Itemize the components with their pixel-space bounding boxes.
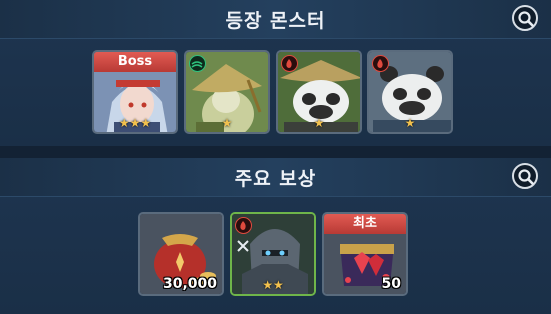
- rewards-title: 주요 보상: [234, 168, 317, 190]
- fire-element-icon: [281, 55, 298, 72]
- star-icon: ★: [140, 116, 152, 130]
- reward-card-knight[interactable]: ★★: [230, 212, 316, 296]
- star-icon: ★: [313, 116, 325, 130]
- star-icon: ★: [118, 116, 130, 130]
- monsters-header: 등장 몬스터: [0, 0, 551, 39]
- reward-card-gold[interactable]: 30,000: [138, 212, 224, 296]
- reward-card-chest[interactable]: 최초 50: [322, 212, 408, 296]
- monster-card-boss[interactable]: Boss ★★★: [92, 50, 178, 134]
- star-icon: ★: [129, 116, 141, 130]
- rewards-header: 주요 보상: [0, 158, 551, 197]
- star-icon: ★: [262, 278, 273, 292]
- first-clear-banner: 최초: [324, 214, 406, 234]
- star-rating: ★★★: [94, 116, 176, 129]
- boss-banner: Boss: [94, 52, 176, 72]
- chest-quantity: 50: [381, 276, 401, 292]
- wind-element-icon: [189, 55, 206, 72]
- monsters-title: 등장 몬스터: [225, 10, 326, 32]
- star-icon: ★: [273, 278, 284, 292]
- section-divider: [0, 146, 551, 158]
- fire-element-icon: [372, 55, 389, 72]
- rewards-panel: 주요 보상 30,000 ★★ 최초 50: [0, 158, 551, 314]
- star-rating: ★: [278, 116, 360, 129]
- star-rating: ★: [369, 116, 451, 129]
- magnifier-icon: [518, 169, 534, 185]
- star-rating: ★★: [232, 278, 314, 291]
- magnifier-icon: [518, 11, 534, 27]
- monster-card-panda-brawler[interactable]: ★: [367, 50, 453, 134]
- monster-card-archer[interactable]: ★: [184, 50, 270, 134]
- star-icon: ★: [404, 116, 416, 130]
- monster-card-panda-warrior[interactable]: ★: [276, 50, 362, 134]
- monsters-panel: 등장 몬스터 Boss ★★★ ★ ★ ★: [0, 0, 551, 146]
- star-icon: ★: [221, 116, 233, 130]
- rewards-search-button[interactable]: [512, 163, 538, 189]
- gold-quantity: 30,000: [162, 276, 217, 292]
- crossed-swords-icon: [236, 238, 250, 252]
- fire-element-icon: [235, 217, 252, 234]
- monsters-search-button[interactable]: [512, 5, 538, 31]
- star-rating: ★: [186, 116, 268, 129]
